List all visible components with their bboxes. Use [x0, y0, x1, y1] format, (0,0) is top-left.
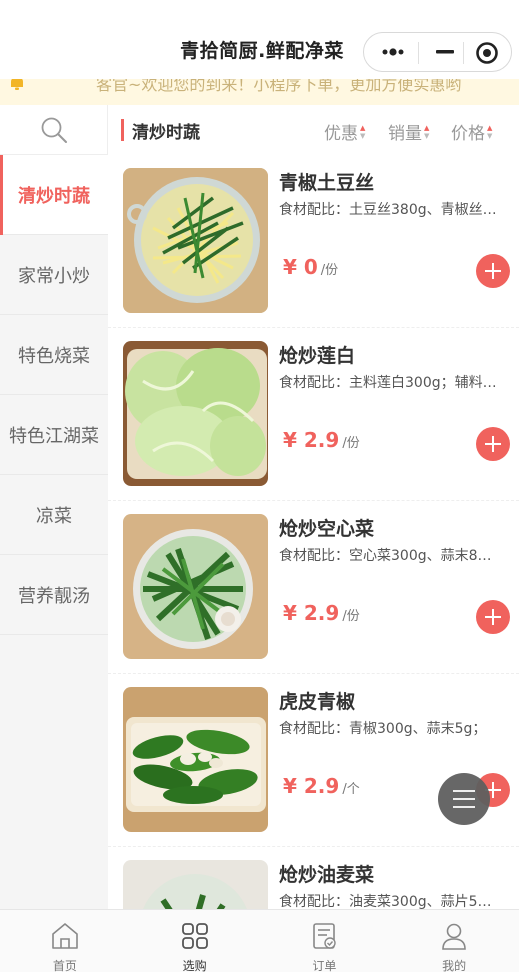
sort-arrows-icon: ▲ ▼ [487, 123, 493, 140]
category-item-清炒时蔬[interactable]: 清炒时蔬 [0, 155, 108, 235]
menu-icon [453, 798, 475, 800]
capsule-divider [418, 42, 419, 64]
section-marker [121, 119, 124, 141]
category-item-家常小炒[interactable]: 家常小炒 [0, 235, 108, 315]
more-dots-icon[interactable] [378, 41, 412, 63]
sort-sales-button[interactable]: 销量 ▲ ▼ [388, 119, 430, 145]
tab-label: 我的 [442, 959, 467, 972]
sort-price-button[interactable]: 价格 ▲ ▼ [451, 119, 493, 145]
product-name: 炝炒空心菜 [279, 518, 375, 540]
category-item-营养靓汤[interactable]: 营养靓汤 [0, 555, 108, 635]
category-item-特色烧菜[interactable]: 特色烧菜 [0, 315, 108, 395]
product-name: 虎皮青椒 [279, 691, 356, 713]
sort-arrows-icon: ▲ ▼ [424, 123, 430, 140]
user-icon [442, 923, 466, 950]
product-image [123, 168, 268, 313]
menu-icon [453, 790, 475, 792]
category-sidebar: 清炒时蔬 家常小炒 特色烧菜 特色江湖菜 凉菜 营养靓汤 [0, 105, 108, 909]
category-item-特色江湖菜[interactable]: 特色江湖菜 [0, 395, 108, 475]
home-icon [52, 923, 78, 949]
nav-header: 青拾简厨.鲜配净菜 [0, 0, 519, 79]
minimize-icon[interactable] [430, 41, 464, 63]
price-unit: /份 [342, 609, 360, 624]
product-desc: 食材配比：空心菜300g、蒜末8… [279, 548, 492, 564]
product-item[interactable]: 炝炒油麦菜 食材配比：油麦菜300g、蒜片5… [108, 847, 519, 909]
add-to-cart-button[interactable] [476, 427, 510, 461]
product-image [123, 687, 268, 832]
product-desc: 食材配比：主料莲白300g；辅料… [279, 375, 497, 391]
price-value: ¥ 0 [283, 255, 318, 279]
tab-orders[interactable]: 订单 [260, 910, 390, 972]
sort-discount-button[interactable]: 优惠 ▲ ▼ [324, 119, 366, 145]
bell-icon [11, 79, 23, 90]
notice-text: 客官~欢迎您的到来！小程序下单，更加方便实惠哟 [96, 79, 462, 94]
sort-label: 优惠 [324, 124, 358, 144]
search-icon [41, 117, 67, 143]
tab-home[interactable]: 首页 [0, 910, 130, 972]
sort-bar: 清炒时蔬 优惠 ▲ ▼ 销量 ▲ ▼ 价格 ▲ ▼ [108, 105, 519, 155]
tab-label: 首页 [52, 959, 77, 972]
tab-shop[interactable]: 选购 [130, 910, 260, 972]
product-name: 炝炒油麦菜 [279, 864, 375, 886]
product-item[interactable]: 炝炒莲白 食材配比：主料莲白300g；辅料… ¥ 2.9/份 [108, 328, 519, 501]
section-title: 清炒时蔬 [132, 123, 200, 143]
price-value: ¥ 2.9 [283, 601, 340, 625]
product-desc: 食材配比：土豆丝380g、青椒丝… [279, 202, 497, 218]
notice-bar: 客官~欢迎您的到来！小程序下单，更加方便实惠哟 [0, 79, 519, 105]
product-image [123, 341, 268, 486]
capsule-divider [463, 42, 464, 64]
product-name: 炝炒莲白 [279, 345, 356, 367]
add-to-cart-button[interactable] [476, 254, 510, 288]
sort-label: 销量 [388, 124, 422, 144]
tab-label: 订单 [312, 959, 337, 972]
add-to-cart-button[interactable] [476, 600, 510, 634]
floating-menu-button[interactable] [438, 773, 490, 825]
order-icon [313, 923, 337, 949]
grid-icon [181, 923, 208, 949]
bottom-tab-bar: 首页 选购 订单 我的 [0, 909, 519, 972]
sort-label: 价格 [451, 124, 485, 144]
price-unit: /份 [342, 436, 360, 451]
tab-label: 选购 [182, 959, 207, 972]
product-image [123, 860, 268, 909]
price-value: ¥ 2.9 [283, 774, 340, 798]
product-name: 青椒土豆丝 [279, 172, 375, 194]
sort-arrows-icon: ▲ ▼ [360, 123, 366, 140]
price-unit: /个 [342, 782, 360, 797]
product-item[interactable]: 炝炒空心菜 食材配比：空心菜300g、蒜末8… ¥ 2.9/份 [108, 501, 519, 674]
product-item[interactable]: 青椒土豆丝 食材配比：土豆丝380g、青椒丝… ¥ 0/份 [108, 155, 519, 328]
product-price: ¥ 2.9/份 [283, 601, 360, 625]
close-target-icon[interactable] [472, 39, 502, 67]
product-desc: 食材配比：青椒300g、蒜末5g； [279, 721, 487, 737]
product-image [123, 514, 268, 659]
product-desc: 食材配比：油麦菜300g、蒜片5… [279, 894, 492, 909]
price-value: ¥ 2.9 [283, 428, 340, 452]
product-price: ¥ 2.9/个 [283, 774, 360, 798]
price-unit: /份 [320, 263, 339, 278]
mini-program-capsule [363, 32, 512, 72]
tab-profile[interactable]: 我的 [389, 910, 519, 972]
menu-icon [453, 806, 475, 808]
product-price: ¥ 0/份 [283, 255, 338, 279]
category-item-凉菜[interactable]: 凉菜 [0, 475, 108, 555]
product-price: ¥ 2.9/份 [283, 428, 360, 452]
search-button[interactable] [0, 105, 108, 155]
